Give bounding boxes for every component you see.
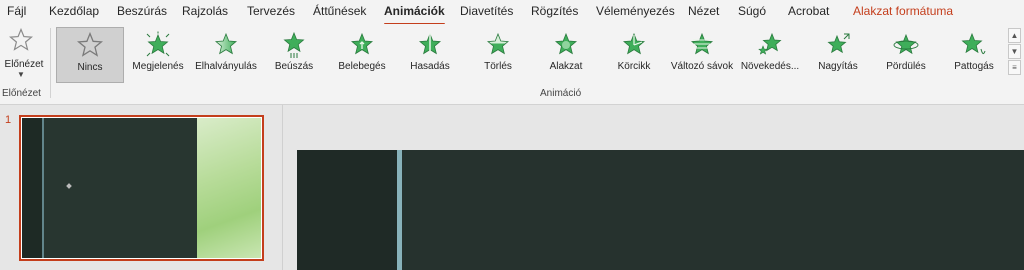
chevron-down-icon: ▼ (17, 70, 25, 79)
tab-design[interactable]: Tervezés (247, 4, 295, 18)
tab-file[interactable]: Fájl (7, 4, 26, 18)
slide-vertical-line-shape[interactable] (397, 150, 402, 270)
ribbon-tabs: Fájl Kezdőlap Beszúrás Rajzolás Tervezés… (0, 0, 1024, 26)
tab-home[interactable]: Kezdőlap (49, 4, 99, 18)
tab-draw[interactable]: Rajzolás (182, 4, 228, 18)
animation-appear[interactable]: Megjelenés (124, 27, 192, 83)
tab-insert[interactable]: Beszúrás (117, 4, 167, 18)
star-wipe-icon (486, 32, 510, 55)
thumbnail-divider-line (42, 118, 44, 258)
animation-swivel[interactable]: Pördülés (872, 27, 940, 83)
gallery-scroll-down-button[interactable]: ▼ (1008, 44, 1021, 59)
preview-group-label: Előnézet (2, 88, 41, 99)
animation-none[interactable]: Nincs (56, 27, 124, 83)
thumbnail-left-strip (22, 118, 42, 258)
star-bounce-icon (961, 32, 986, 55)
slide-canvas[interactable] (297, 150, 1024, 270)
tab-shape-format[interactable]: Alakzat formátuma (853, 4, 953, 18)
preview-group: Előnézet ▼ Előnézet (0, 24, 46, 104)
ribbon: Előnézet ▼ Előnézet Nincs Megjelenés Elh (0, 24, 1024, 105)
star-fade-icon (214, 32, 238, 55)
slide-thumbnails-pane: 1 (0, 105, 282, 270)
animation-label: Pattogás (954, 61, 994, 72)
slide-thumbnail-preview (22, 118, 261, 258)
animation-random-bars[interactable]: Változó sávok (668, 27, 736, 83)
slide-thumbnail[interactable] (19, 115, 264, 261)
star-split-icon (418, 32, 442, 55)
gallery-scroll-up-button[interactable]: ▲ (1008, 28, 1021, 43)
slide-left-strip (297, 150, 397, 270)
tab-view[interactable]: Nézet (688, 4, 719, 18)
star-wheel-icon (622, 32, 646, 55)
tab-record[interactable]: Rögzítés (531, 4, 578, 18)
star-shape-icon (554, 32, 578, 55)
tab-help[interactable]: Súgó (738, 4, 766, 18)
animation-grow-turn[interactable]: Növekedés... (736, 27, 804, 83)
tab-animations[interactable]: Animációk (384, 4, 445, 26)
animation-split[interactable]: Hasadás (396, 27, 464, 83)
animation-float-in[interactable]: Belebegés (328, 27, 396, 83)
cursor-marker (66, 183, 72, 189)
star-zoom-icon (827, 33, 850, 54)
preview-button-label: Előnézet (4, 59, 44, 70)
star-random-bars-icon (690, 32, 714, 55)
thumbnail-green-panel (197, 118, 261, 258)
star-grow-turn-icon (758, 32, 782, 55)
tab-transitions[interactable]: Áttűnések (313, 4, 366, 18)
star-swivel-icon (893, 33, 919, 55)
gallery-scroll: ▲ ▼ ≡ (1008, 28, 1022, 94)
animation-wheel[interactable]: Körcikk (600, 27, 668, 83)
preview-button[interactable]: Előnézet ▼ (2, 26, 43, 82)
animation-gallery: Nincs Megjelenés Elhalványulás Beúszás B… (54, 26, 1004, 90)
animation-fade[interactable]: Elhalványulás (192, 27, 260, 83)
animation-fly-in[interactable]: Beúszás (260, 27, 328, 83)
star-appear-icon (146, 31, 170, 57)
star-float-in-icon (350, 32, 374, 55)
tab-acrobat[interactable]: Acrobat (788, 4, 829, 18)
slide-number: 1 (5, 114, 12, 126)
animation-wipe[interactable]: Törlés (464, 27, 532, 83)
slide-editor (283, 105, 1024, 270)
tab-slideshow[interactable]: Diavetítés (460, 4, 513, 18)
animation-group-label: Animáció (540, 88, 582, 99)
star-preview-icon (9, 28, 33, 51)
tab-review[interactable]: Véleményezés (596, 4, 675, 18)
animation-shape[interactable]: Alakzat (532, 27, 600, 83)
gallery-more-button[interactable]: ≡ (1008, 60, 1021, 75)
animation-zoom[interactable]: Nagyítás (804, 27, 872, 83)
star-outline-icon (77, 32, 103, 57)
star-fly-in-icon (283, 31, 305, 58)
animation-bounce[interactable]: Pattogás (940, 27, 1008, 83)
